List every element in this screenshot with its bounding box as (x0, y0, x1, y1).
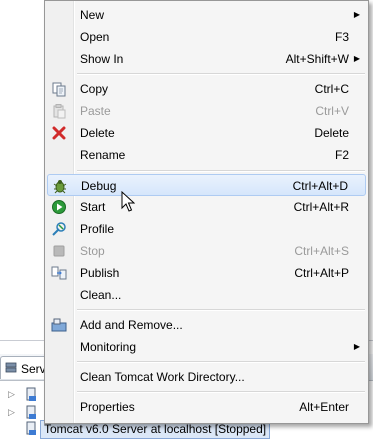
menu-item-shortcut: Ctrl+Alt+S (294, 244, 349, 258)
menu-item-rename[interactable]: Rename F2 (47, 144, 366, 166)
delete-icon (51, 125, 67, 141)
menu-item-add-and-remove[interactable]: Add and Remove... (47, 314, 366, 336)
context-menu: New ▶ Open F3 Show In Alt+Shift+W ▶ Copy… (44, 0, 369, 424)
start-icon (51, 199, 67, 215)
menu-item-label: Paste (80, 104, 111, 118)
copy-icon (51, 81, 67, 97)
paste-icon (51, 103, 67, 119)
submenu-arrow-icon: ▶ (353, 342, 360, 351)
menu-item-label: Start (80, 200, 106, 214)
menu-item-label: Clean... (80, 288, 122, 302)
menu-item-show-in[interactable]: Show In Alt+Shift+W ▶ (47, 48, 366, 70)
menu-item-clean-tomcat-work-directory[interactable]: Clean Tomcat Work Directory... (47, 366, 366, 388)
menu-item-clean[interactable]: Clean... (47, 284, 366, 306)
menu-item-label: Open (80, 30, 110, 44)
menu-item-paste[interactable]: Paste Ctrl+V (47, 100, 366, 122)
menu-separator (77, 309, 365, 311)
submenu-arrow-icon: ▶ (353, 54, 360, 63)
menu-item-shortcut: Ctrl+Alt+P (294, 266, 349, 280)
menu-item-start[interactable]: Start Ctrl+Alt+R (47, 196, 366, 218)
menu-item-profile[interactable]: Profile (47, 218, 366, 240)
add-remove-icon (51, 317, 67, 333)
menu-item-label: Publish (80, 266, 120, 280)
menu-item-copy[interactable]: Copy Ctrl+C (47, 78, 366, 100)
menu-item-label: New (80, 8, 105, 22)
server-icon (26, 387, 38, 402)
menu-item-stop[interactable]: Stop Ctrl+Alt+S (47, 240, 366, 262)
menu-item-monitoring[interactable]: Monitoring ▶ (47, 336, 366, 358)
menu-item-new[interactable]: New ▶ (47, 4, 366, 26)
menu-separator (77, 391, 365, 393)
menu-item-label: Copy (80, 82, 109, 96)
publish-icon (51, 265, 67, 281)
servers-icon (5, 362, 17, 374)
menu-item-delete[interactable]: Delete Delete (47, 122, 366, 144)
debug-icon (52, 178, 68, 194)
menu-item-shortcut: F3 (334, 30, 349, 44)
menu-item-label: Add and Remove... (80, 318, 183, 332)
menu-item-label: Properties (80, 400, 135, 414)
profile-icon (51, 221, 67, 237)
menu-item-label: Profile (80, 222, 115, 236)
menu-separator (77, 170, 365, 172)
mouse-cursor-icon (121, 190, 136, 213)
menu-item-shortcut: Ctrl+Alt+R (293, 200, 349, 214)
menu-item-open[interactable]: Open F3 (47, 26, 366, 48)
menu-item-label: Clean Tomcat Work Directory... (80, 370, 245, 384)
menu-item-label: Monitoring (80, 340, 137, 354)
server-icon (26, 421, 38, 436)
menu-item-shortcut: Ctrl+C (314, 82, 349, 96)
menu-item-debug[interactable]: Debug Ctrl+Alt+D (47, 174, 366, 196)
menu-item-shortcut: Alt+Shift+W (285, 52, 349, 66)
menu-item-label: Delete (80, 126, 115, 140)
server-icon (26, 405, 38, 420)
menu-item-shortcut: F2 (334, 148, 349, 162)
servers-tab-label: Serv (21, 362, 46, 376)
menu-item-shortcut: Delete (314, 126, 349, 140)
menu-separator (77, 361, 365, 363)
menu-item-shortcut: Ctrl+V (315, 104, 349, 118)
stop-icon (51, 243, 67, 259)
menu-item-label: Show In (80, 52, 124, 66)
menu-separator (77, 73, 365, 75)
menu-item-shortcut: Alt+Enter (299, 400, 349, 414)
menu-item-label: Rename (80, 148, 126, 162)
menu-item-publish[interactable]: Publish Ctrl+Alt+P (47, 262, 366, 284)
expand-icon[interactable]: ▷ (8, 389, 15, 400)
submenu-arrow-icon: ▶ (353, 10, 360, 19)
menu-item-shortcut: Ctrl+Alt+D (292, 179, 348, 193)
menu-item-label: Debug (81, 179, 117, 193)
menu-item-label: Stop (80, 244, 105, 258)
expand-icon[interactable]: ▷ (8, 407, 15, 418)
menu-item-properties[interactable]: Properties Alt+Enter (47, 396, 366, 418)
